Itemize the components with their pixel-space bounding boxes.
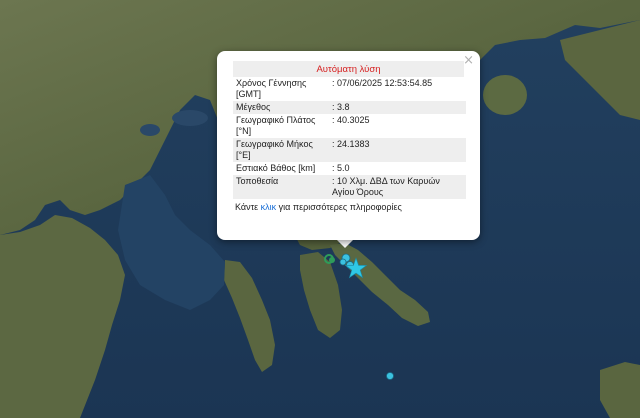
earthquake-info-popup: × Αυτόματη λύση Χρόνος Γέννησης [GMT] : … bbox=[217, 51, 480, 240]
more-info-suffix: για περισσότερες πληροφορίες bbox=[276, 202, 402, 212]
info-row-location: Τοποθεσία : 10 Χλμ. ΔΒΔ των Καρυών Αγίου… bbox=[233, 175, 466, 199]
info-row-depth: Εστιακό Βάθος [km] : 5.0 bbox=[233, 162, 466, 175]
info-row-longitude: Γεωγραφικό Μήκος [°E] : 24.1383 bbox=[233, 138, 466, 162]
earthquake-marker[interactable] bbox=[386, 372, 394, 380]
info-label: Γεωγραφικό Μήκος [°E] bbox=[233, 138, 329, 162]
more-info-text: Κάντε κλικ για περισσότερες πληροφορίες bbox=[235, 202, 466, 212]
earthquake-marker[interactable] bbox=[339, 258, 347, 266]
info-label: Χρόνος Γέννησης [GMT] bbox=[236, 78, 307, 99]
info-row-latitude: Γεωγραφικό Πλάτος [°N] : 40.3025 bbox=[233, 114, 466, 138]
info-row-magnitude: Μέγεθος : 3.8 bbox=[233, 101, 466, 114]
info-value: : 5.0 bbox=[332, 163, 350, 173]
lemnos-island bbox=[600, 362, 640, 418]
popup-tip bbox=[336, 239, 354, 248]
earthquake-info-table: Χρόνος Γέννησης [GMT] : 07/06/2025 12:53… bbox=[233, 77, 466, 199]
info-label: Γεωγραφικό Πλάτος [°N] bbox=[236, 115, 316, 136]
info-label: Τοποθεσία bbox=[233, 175, 329, 199]
old-earthquake-marker[interactable] bbox=[329, 257, 335, 263]
info-value: : 24.1383 bbox=[329, 138, 466, 162]
info-label: Εστιακό Βάθος [km] bbox=[236, 163, 316, 173]
info-value: : 07/06/2025 12:53:54.85 bbox=[332, 78, 433, 88]
info-value: : 40.3025 bbox=[332, 115, 370, 125]
info-value: : 3.8 bbox=[329, 101, 466, 114]
close-icon[interactable]: × bbox=[463, 54, 474, 67]
lake bbox=[140, 124, 160, 136]
more-info-link[interactable]: κλικ bbox=[261, 202, 277, 212]
popup-title: Αυτόματη λύση bbox=[233, 61, 464, 77]
lake bbox=[172, 110, 208, 126]
info-label: Μέγεθος bbox=[233, 101, 329, 114]
info-row-origin-time: Χρόνος Γέννησης [GMT] : 07/06/2025 12:53… bbox=[233, 77, 466, 101]
more-info-prefix: Κάντε bbox=[235, 202, 261, 212]
thasos-island bbox=[483, 75, 527, 115]
info-value: : 10 Χλμ. ΔΒΔ των Καρυών Αγίου Όρους bbox=[329, 175, 466, 199]
